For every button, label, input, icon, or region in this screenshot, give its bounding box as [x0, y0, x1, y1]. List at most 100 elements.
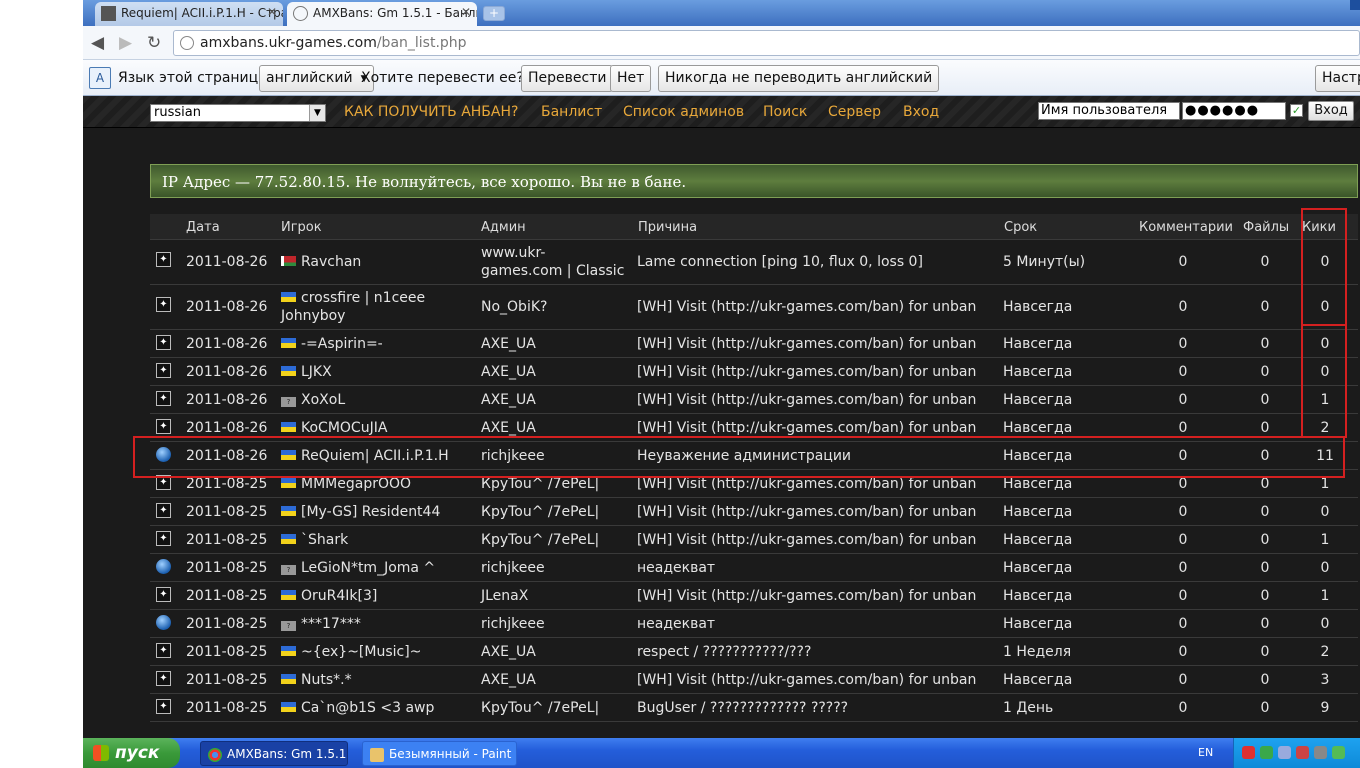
cell-term: Навсегда	[1003, 560, 1073, 576]
player-name[interactable]: LeGioN*tm_Joma ^	[301, 560, 435, 576]
cell-date: 2011-08-26	[186, 364, 268, 380]
back-arrow-icon[interactable]: ◀	[91, 33, 104, 53]
cs-ban-icon[interactable]: ✦	[156, 699, 171, 714]
translate-button[interactable]: Перевести	[521, 65, 614, 92]
new-tab-button[interactable]: +	[483, 6, 505, 21]
cell-files: 0	[1260, 616, 1270, 632]
nav-banlist[interactable]: Банлист	[541, 104, 602, 120]
language-select[interactable]: russian ▼	[150, 104, 326, 122]
cs-ban-icon[interactable]: ✦	[156, 587, 171, 602]
player-name[interactable]: LJKX	[301, 364, 332, 380]
col-comments[interactable]: Комментарии	[1139, 220, 1233, 235]
player-name[interactable]: Ravchan	[301, 254, 361, 270]
cell-term: Навсегда	[1003, 672, 1073, 688]
site-navbar: russian ▼ КАК ПОЛУЧИТЬ АНБАН? Банлист Сп…	[83, 96, 1360, 128]
language-dropdown[interactable]: английский ▼	[259, 65, 374, 92]
cs-ban-icon[interactable]: ✦	[156, 335, 171, 350]
close-icon[interactable]: ✕	[267, 5, 277, 19]
player-name[interactable]: KoCMOCuJIA	[301, 420, 387, 436]
cs-ban-icon[interactable]: ✦	[156, 419, 171, 434]
nav-server[interactable]: Сервер	[828, 104, 881, 120]
cs-ban-icon[interactable]: ✦	[156, 503, 171, 518]
cs-ban-icon[interactable]: ✦	[156, 363, 171, 378]
task-chrome[interactable]: AMXBans: Gm 1.5.1 - ...	[200, 741, 348, 766]
cell-files: 0	[1260, 644, 1270, 660]
nav-search[interactable]: Поиск	[763, 104, 807, 120]
table-row: 2011-08-25? ***17*** richjkeee неадекват Нав…	[150, 610, 1358, 638]
task-paint[interactable]: Безымянный - Paint	[362, 741, 517, 766]
table-row: ✦ 2011-08-25 OruR4Ik[3] JLenaX [WH] Visit (h…	[150, 582, 1358, 610]
cs-ban-icon[interactable]: ✦	[156, 297, 171, 312]
player-name[interactable]: Nuts*.*	[301, 672, 352, 688]
web-ban-icon[interactable]	[156, 615, 171, 630]
forward-arrow-icon[interactable]: ▶	[119, 33, 132, 53]
cs-ban-icon[interactable]: ✦	[156, 643, 171, 658]
remember-checkbox[interactable]: ✓	[1290, 104, 1303, 117]
cs-ban-icon[interactable]: ✦	[156, 671, 171, 686]
cs-ban-icon[interactable]: ✦	[156, 531, 171, 546]
cell-reason: [WH] Visit (http://ukr-games.com/ban) fo…	[637, 672, 977, 688]
security-icon[interactable]	[1296, 746, 1309, 759]
player-name[interactable]: -=Aspirin=-	[301, 336, 383, 352]
tray-app-icon[interactable]	[1278, 746, 1291, 759]
col-reason[interactable]: Причина	[638, 220, 697, 235]
login-button[interactable]: Вход	[1308, 101, 1354, 121]
tab-amxbans[interactable]: AMXBans: Gm 1.5.1 - Банлист ✕	[287, 2, 477, 26]
player-name[interactable]: MMMegaprOOO	[301, 476, 411, 492]
network-icon[interactable]	[1260, 746, 1273, 759]
player-name[interactable]: XoXoL	[301, 392, 345, 408]
cell-term: Навсегда	[1003, 336, 1073, 352]
nav-how-to-unban[interactable]: КАК ПОЛУЧИТЬ АНБАН?	[344, 104, 518, 120]
volume-icon[interactable]	[1314, 746, 1327, 759]
start-label: пуск	[115, 743, 160, 763]
col-date[interactable]: Дата	[186, 220, 220, 235]
player-name[interactable]: `Shark	[301, 532, 348, 548]
cell-date: 2011-08-26	[186, 299, 268, 315]
nav-login[interactable]: Вход	[903, 104, 939, 120]
cell-date: 2011-08-25	[186, 532, 268, 548]
col-player[interactable]: Игрок	[281, 220, 322, 235]
player-name[interactable]: ***17***	[301, 616, 361, 632]
no-button[interactable]: Нет	[610, 65, 652, 92]
web-page: russian ▼ КАК ПОЛУЧИТЬ АНБАН? Банлист Сп…	[83, 96, 1360, 738]
window-control[interactable]	[1350, 0, 1360, 10]
update-icon[interactable]	[1332, 746, 1345, 759]
table-row: ✦ 2011-08-25 Nuts*.* AXE_UA [WH] Visit (http…	[150, 666, 1358, 694]
web-ban-icon[interactable]	[156, 559, 171, 574]
reload-icon[interactable]: ↻	[147, 33, 161, 53]
cell-admin: AXE_UA	[481, 644, 536, 660]
cell-term: Навсегда	[1003, 364, 1073, 380]
col-term[interactable]: Срок	[1004, 220, 1037, 235]
address-bar[interactable]: amxbans.ukr-games.com/ban_list.php	[173, 30, 1360, 56]
player-name[interactable]: [My-GS] Resident44	[301, 504, 440, 520]
language-indicator[interactable]: EN	[1198, 746, 1213, 759]
password-input[interactable]: ●●●●●●	[1182, 102, 1286, 120]
close-icon[interactable]: ✕	[461, 5, 471, 19]
cell-reason: неадекват	[637, 560, 716, 576]
player-name[interactable]: Ca`n@b1S <3 awp	[301, 700, 434, 716]
cell-reason: [WH] Visit (http://ukr-games.com/ban) fo…	[637, 336, 977, 352]
settings-button[interactable]: Настр	[1315, 65, 1360, 92]
nav-admin-list[interactable]: Список админов	[623, 104, 744, 120]
never-translate-button[interactable]: Никогда не переводить английский	[658, 65, 940, 92]
cell-reason: [WH] Visit (http://ukr-games.com/ban) fo…	[637, 420, 977, 436]
cs-ban-icon[interactable]: ✦	[156, 252, 171, 267]
player-name[interactable]: ~{ex}~[Music]~	[301, 644, 421, 660]
col-admin[interactable]: Админ	[481, 220, 526, 235]
start-button[interactable]: пуск	[83, 738, 180, 768]
tab-strip: Requiem| ACII.i.P.1.H - Стра ✕ AMXBans: …	[83, 0, 1360, 26]
col-files[interactable]: Файлы	[1243, 220, 1289, 235]
player-name[interactable]: crossfire | n1ceee Johnyboy	[281, 290, 425, 324]
cell-reason: [WH] Visit (http://ukr-games.com/ban) fo…	[637, 392, 977, 408]
cell-player: [My-GS] Resident44	[281, 503, 466, 521]
opera-icon[interactable]	[1242, 746, 1255, 759]
ukraine-flag-icon	[281, 422, 296, 432]
username-input[interactable]: Имя пользователя	[1038, 102, 1180, 120]
player-name[interactable]: OruR4Ik[3]	[301, 588, 377, 604]
cs-ban-icon[interactable]: ✦	[156, 391, 171, 406]
tab-title: Requiem| ACII.i.P.1.H - Стра	[121, 6, 283, 20]
tab-requiem[interactable]: Requiem| ACII.i.P.1.H - Стра ✕	[95, 2, 283, 26]
paint-icon	[370, 748, 384, 762]
cell-term: Навсегда	[1003, 504, 1073, 520]
taskbar: пуск AMXBans: Gm 1.5.1 - ... Безымянный …	[83, 738, 1360, 768]
